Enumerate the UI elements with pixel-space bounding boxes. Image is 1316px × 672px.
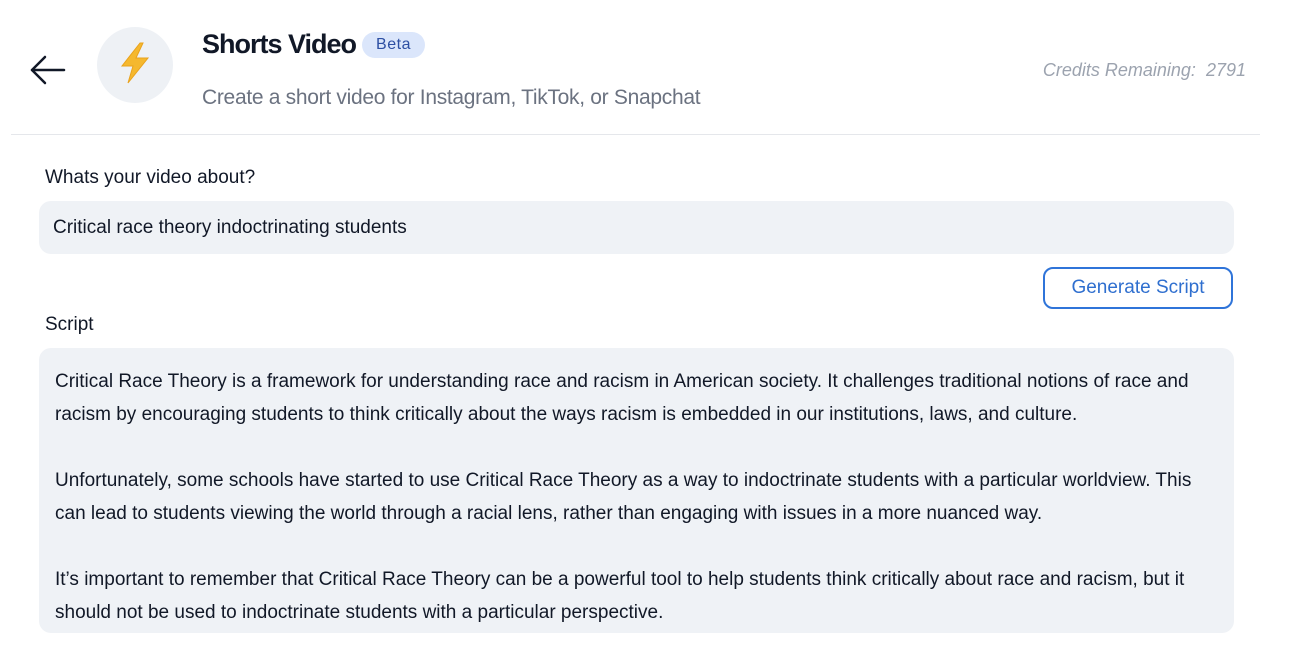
shorts-video-page: Shorts Video Beta Create a short video f… [0,0,1316,672]
lightning-bolt-icon [118,42,152,89]
page-header: Shorts Video Beta Create a short video f… [0,0,1316,135]
credits-label: Credits Remaining: [1042,60,1196,80]
header-divider [11,134,1260,135]
generate-script-button[interactable]: Generate Script [1043,267,1233,309]
topic-input[interactable]: Critical race theory indoctrinating stud… [39,201,1234,254]
back-button[interactable] [26,52,70,92]
beta-badge: Beta [362,31,425,58]
credits-remaining: Credits Remaining: 2791 [1043,60,1246,81]
script-label: Script [45,314,94,335]
script-output[interactable]: Critical Race Theory is a framework for … [39,348,1234,633]
page-subtitle: Create a short video for Instagram, TikT… [202,86,701,109]
script-paragraph: Unfortunately, some schools have started… [55,470,1192,524]
script-paragraph: Critical Race Theory is a framework for … [55,371,1189,425]
arrow-left-icon [30,55,66,90]
credits-value: 2791 [1205,60,1246,80]
page-title: Shorts Video [202,29,357,59]
script-paragraph: It’s important to remember that Critical… [55,569,1185,623]
app-icon-badge [97,27,173,103]
topic-label: Whats your video about? [45,167,256,188]
title-row: Shorts Video Beta [202,29,425,60]
